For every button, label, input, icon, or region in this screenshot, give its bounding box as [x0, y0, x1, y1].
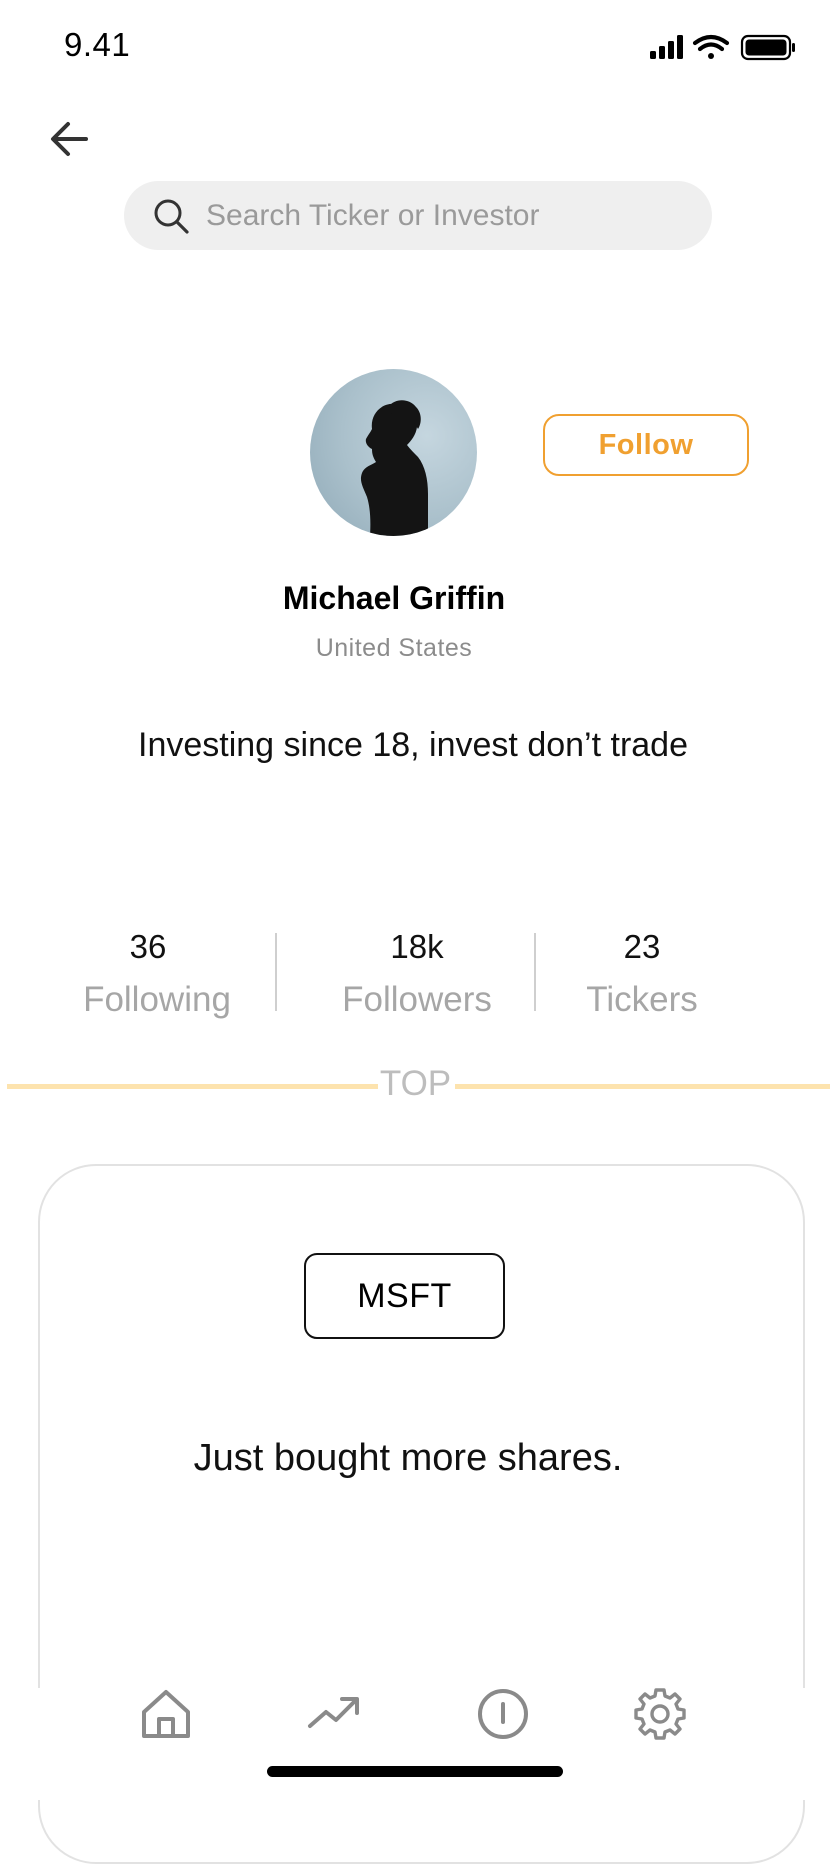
avatar [310, 369, 477, 536]
profile-country: United States [315, 634, 473, 662]
search-bar[interactable] [124, 181, 712, 250]
home-indicator [267, 1766, 563, 1777]
cellular-signal-icon [650, 35, 683, 59]
avatar-silhouette [360, 400, 428, 536]
search-icon [154, 199, 189, 234]
stat-following[interactable]: 36 Following [47, 928, 267, 1020]
ticker-chip[interactable]: MSFT [304, 1253, 505, 1339]
section-label: TOP [378, 1064, 453, 1104]
search-input[interactable] [204, 197, 688, 234]
stat-value: 18k [390, 928, 444, 965]
profile-name: Michael Griffin [282, 580, 506, 616]
trending-icon[interactable] [306, 1686, 362, 1742]
stat-value: 36 [129, 928, 167, 965]
stat-followers[interactable]: 18k Followers [307, 928, 527, 1020]
stat-label: Following [83, 980, 231, 1019]
info-icon[interactable] [475, 1686, 531, 1742]
stat-value: 23 [623, 928, 661, 965]
stat-tickers[interactable]: 23 Tickers [532, 928, 752, 1020]
stat-divider [275, 933, 277, 1011]
status-time: 9.41 [64, 26, 131, 63]
tab-bar [0, 1688, 830, 1800]
settings-icon[interactable] [632, 1686, 688, 1742]
battery-icon [740, 34, 795, 61]
home-icon[interactable] [138, 1686, 194, 1742]
section-divider-right [455, 1084, 830, 1089]
status-icons [650, 34, 795, 61]
stat-label: Followers [342, 980, 492, 1019]
section-divider-left [7, 1084, 379, 1089]
follow-button[interactable]: Follow [543, 414, 749, 476]
post-text: Just bought more shares. [193, 1437, 623, 1479]
wifi-icon [692, 34, 730, 59]
stat-label: Tickers [586, 980, 698, 1019]
profile-bio: Investing since 18, invest don’t trade [138, 726, 688, 764]
back-arrow-icon[interactable] [44, 114, 94, 164]
